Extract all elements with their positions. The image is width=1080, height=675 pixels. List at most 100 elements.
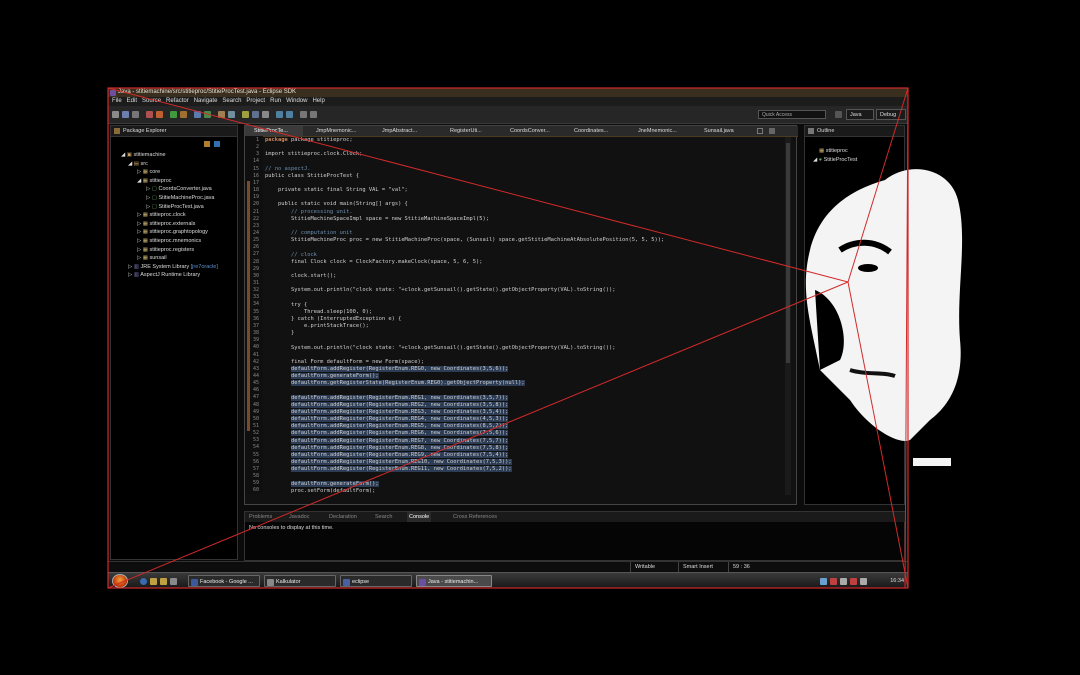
tray-icon[interactable] [830, 578, 837, 585]
menu-edit[interactable]: Edit [127, 98, 137, 104]
editor-tab[interactable]: JmpMnemonic... [307, 126, 369, 136]
annotation-icon[interactable] [242, 111, 249, 118]
taskbar-button[interactable]: eclipse [340, 575, 412, 587]
tree-item-package[interactable]: ▷ ▦ stitieproc.graphtopology [111, 228, 237, 237]
tab-search[interactable]: Search [375, 512, 392, 522]
prev-annotation-icon[interactable] [286, 111, 293, 118]
taskbar-button[interactable]: Facebook - Google ... [188, 575, 260, 587]
tree-item-file[interactable]: ▷ ▢ CoordsConverter.java [111, 185, 237, 194]
editor-tab[interactable]: Coordinates... [565, 126, 625, 136]
tree-item-aspectj[interactable]: ▷ ▥ AspectJ Runtime Library [111, 271, 237, 280]
outline-tab[interactable]: Outline [805, 126, 904, 137]
new-package-icon[interactable] [194, 111, 201, 118]
browser-icon[interactable] [140, 578, 147, 585]
tab-javadoc[interactable]: Javadoc [289, 512, 310, 522]
back-icon[interactable] [300, 111, 307, 118]
taskbar-button-label: Facebook - Google ... [200, 579, 253, 585]
toggle-mark-icon[interactable] [252, 111, 259, 118]
external-tools-icon[interactable] [180, 111, 187, 118]
console-tabs: Problems Javadoc Declaration Search Cons… [245, 512, 905, 522]
folder-icon[interactable] [150, 578, 157, 585]
perspective-java-button[interactable]: Java [846, 109, 874, 120]
search-icon[interactable] [228, 111, 235, 118]
menu-run[interactable]: Run [270, 98, 281, 104]
editor-tab[interactable]: JneMnemonic... [629, 126, 691, 136]
run-icon[interactable] [170, 111, 177, 118]
tree-item-package[interactable]: ▷ ▦ stitieproc.externals [111, 220, 237, 229]
folder-icon[interactable] [160, 578, 167, 585]
line-number: 14 [252, 158, 259, 165]
perspective-debug-label: Debug [880, 112, 897, 118]
code-text[interactable]: package package stitieproc; import stiti… [265, 137, 785, 495]
editor-tab[interactable]: CoordsConver... [501, 126, 561, 136]
editor-tab[interactable]: Sunsail.java [695, 126, 751, 136]
print-icon[interactable] [132, 111, 139, 118]
perspective-debug-button[interactable]: Debug [876, 109, 906, 120]
tree-item-core[interactable]: ▷ ▦ core [111, 168, 237, 177]
debug-icon[interactable] [146, 111, 153, 118]
editor-tab[interactable]: RegisterUti... [441, 126, 497, 136]
maximize-icon[interactable] [769, 128, 775, 134]
tree-item-package[interactable]: ▷ ▦ stitieproc.registers [111, 246, 237, 255]
tab-cross-references[interactable]: Cross References [453, 512, 497, 522]
open-type-icon[interactable] [218, 111, 225, 118]
tray-icon[interactable] [850, 578, 857, 585]
tree-item-file[interactable]: ▷ ▢ StitieProcTest.java [111, 203, 237, 212]
menu-file[interactable]: File [112, 98, 122, 104]
editor-tab-label: CoordsConver... [510, 128, 550, 134]
menu-navigate[interactable]: Navigate [194, 98, 218, 104]
new-class-icon[interactable] [204, 111, 211, 118]
link-editor-icon[interactable] [214, 141, 220, 147]
editor-tab-label: Coordinates... [574, 128, 609, 134]
open-perspective-icon[interactable] [835, 111, 842, 118]
flag-icon[interactable] [860, 578, 867, 585]
menu-refactor[interactable]: Refactor [166, 98, 189, 104]
editor-tab-label: StitieProcTe... [254, 128, 288, 134]
window-titlebar: Java - stitiemachine/src/stitieproc/Stit… [108, 88, 908, 97]
tree-item-file[interactable]: ▷ ▢ StitieMachineProc.java [111, 194, 237, 203]
volume-icon[interactable] [840, 578, 847, 585]
quick-access-input[interactable]: Quick Access [758, 110, 826, 119]
menu-source[interactable]: Source [142, 98, 161, 104]
taskbar-button-label: Java - stitiemachin... [428, 579, 479, 585]
tree-item-package[interactable]: ▷ ▦ stitieproc.mnemonics [111, 237, 237, 246]
tree-item-stitieproc[interactable]: ◢ ▦ stitieproc [111, 177, 237, 186]
forward-icon[interactable] [310, 111, 317, 118]
menu-help[interactable]: Help [312, 98, 324, 104]
tree-item-package[interactable]: ▷ ▦ sunsail [111, 254, 237, 263]
tree-item-src[interactable]: ◢ ▤ src [111, 160, 237, 169]
tree-item-jre[interactable]: ▷ ▥ JRE System Library [jre7oracle] [111, 263, 237, 272]
code-line: defaultForm.addRegister(RegisterEnum.REG… [290, 423, 509, 430]
package-explorer-tab[interactable]: Package Explorer [111, 126, 237, 137]
tree-item-package[interactable]: ▷ ▦ stitieproc.clock [111, 211, 237, 220]
taskbar-button-active[interactable]: Java - stitiemachin... [416, 575, 492, 587]
tree-item-project[interactable]: ◢ ▣ stitiemachine [111, 151, 237, 160]
line-number: 58 [252, 473, 259, 480]
tab-problems[interactable]: Problems [249, 512, 272, 522]
explorer-icon[interactable] [170, 578, 177, 585]
taskbar-button[interactable]: Kalkulator [264, 575, 336, 587]
tools-icon[interactable] [156, 111, 163, 118]
network-icon[interactable] [820, 578, 827, 585]
menu-search[interactable]: Search [222, 98, 241, 104]
next-annotation-icon[interactable] [276, 111, 283, 118]
menu-project[interactable]: Project [246, 98, 265, 104]
collapse-all-icon[interactable] [204, 141, 210, 147]
tab-declaration[interactable]: Declaration [329, 512, 357, 522]
editor-tab[interactable]: StitieProcTe... [245, 126, 303, 136]
code-package: package stitieproc; [290, 137, 353, 143]
tab-console[interactable]: Console [407, 512, 432, 522]
editor-tab[interactable]: JmpAbstract... [373, 126, 437, 136]
minimize-icon[interactable] [757, 128, 763, 134]
code-line: defaultForm.getRegisterState(RegisterEnu… [290, 380, 525, 387]
line-number: 3 [255, 151, 259, 158]
menu-window[interactable]: Window [286, 98, 307, 104]
code-line: System.out.println("clock state: "+clock… [290, 344, 616, 351]
code-line: } [290, 330, 295, 337]
start-button[interactable] [112, 574, 128, 588]
save-icon[interactable] [122, 111, 129, 118]
code-line: defaultForm.addRegister(RegisterEnum.REG… [290, 444, 509, 451]
package-explorer-title: Package Explorer [123, 128, 167, 134]
new-icon[interactable] [112, 111, 119, 118]
pilcrow-icon[interactable] [262, 111, 269, 118]
